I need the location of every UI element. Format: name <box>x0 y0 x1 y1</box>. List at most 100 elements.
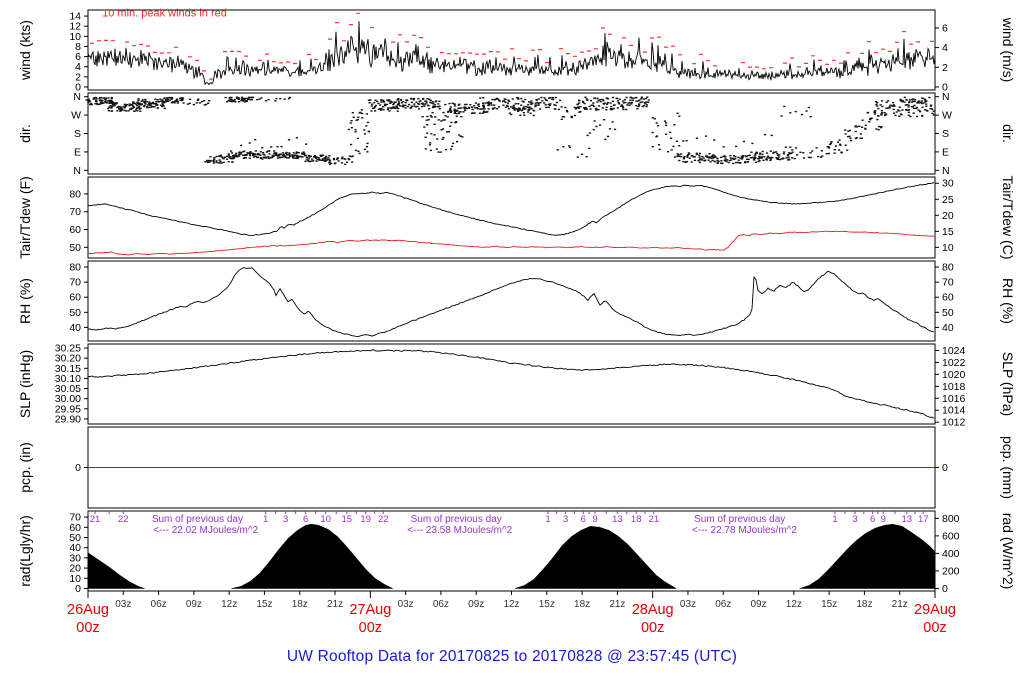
scatter-point <box>578 102 580 103</box>
scatter-point <box>288 152 290 153</box>
series-line-rh <box>88 268 934 337</box>
tick-label-right: 40 <box>942 322 954 334</box>
scatter-point <box>464 104 466 105</box>
scatter-point <box>341 157 343 158</box>
scatter-point <box>881 112 883 113</box>
scatter-point <box>617 100 619 101</box>
tick-label-right: 1024 <box>942 345 966 357</box>
scatter-point <box>903 101 905 102</box>
tick-label-right: 1014 <box>942 405 966 417</box>
annotation: 21 <box>649 514 660 525</box>
scatter-point <box>908 109 910 110</box>
scatter-point <box>834 149 836 150</box>
scatter-point <box>156 104 158 105</box>
scatter-point <box>610 106 612 107</box>
scatter-point <box>348 129 350 130</box>
scatter-point <box>777 159 779 160</box>
scatter-point <box>881 126 883 127</box>
scatter-point <box>261 147 263 148</box>
scatter-point <box>275 153 277 154</box>
scatter-point <box>671 149 673 150</box>
scatter-point <box>540 97 542 98</box>
annotation: 13 <box>612 514 623 525</box>
tick-label-right: N <box>942 91 950 103</box>
x-hour-label: 09z <box>468 599 484 610</box>
tick-label-right: 4 <box>942 42 948 54</box>
scatter-point <box>925 103 927 104</box>
scatter-point <box>142 99 144 100</box>
scatter-point <box>712 160 714 161</box>
scatter-point <box>606 104 608 105</box>
scatter-point <box>788 159 790 160</box>
scatter-point <box>607 136 609 137</box>
scatter-point <box>426 102 428 103</box>
scatter-point <box>163 98 165 99</box>
scatter-point <box>908 105 910 106</box>
scatter-point <box>878 129 880 130</box>
scatter-point <box>454 111 456 112</box>
scatter-point <box>438 101 440 102</box>
scatter-point <box>147 104 149 105</box>
scatter-point <box>351 127 353 128</box>
scatter-point <box>669 132 671 133</box>
scatter-point <box>258 154 260 155</box>
scatter-point <box>235 153 237 154</box>
scatter-point <box>705 156 707 157</box>
scatter-point <box>796 154 798 155</box>
scatter-point <box>374 110 376 111</box>
tick-label-right: 1022 <box>942 357 966 369</box>
scatter-point <box>242 100 244 101</box>
scatter-point <box>289 156 291 157</box>
scatter-point <box>557 149 559 150</box>
scatter-point <box>771 135 773 136</box>
series-wind-trace <box>88 21 935 84</box>
scatter-point <box>277 155 279 156</box>
scatter-point <box>536 100 538 101</box>
annotation: 19 <box>360 514 371 525</box>
scatter-point <box>680 156 682 157</box>
scatter-point <box>584 97 586 98</box>
scatter-point <box>426 116 428 117</box>
scatter-point <box>721 163 723 164</box>
panel-frame-tair_tdew <box>88 177 935 258</box>
scatter-point <box>548 107 550 108</box>
scatter-point <box>876 119 878 120</box>
scatter-point <box>234 155 236 156</box>
scatter-point <box>181 98 183 99</box>
scatter-point <box>735 146 737 147</box>
scatter-point <box>370 110 372 111</box>
scatter-point <box>365 125 367 126</box>
scatter-point <box>738 160 740 161</box>
scatter-point <box>517 110 519 111</box>
scatter-point <box>366 143 368 144</box>
scatter-point <box>808 107 810 108</box>
scatter-point <box>205 104 207 105</box>
tick-label-right: 30 <box>942 178 954 190</box>
scatter-point <box>916 116 918 117</box>
scatter-point <box>367 122 369 123</box>
scatter-point <box>418 108 420 109</box>
scatter-point <box>635 97 637 98</box>
scatter-point <box>451 146 453 147</box>
scatter-point <box>659 149 661 150</box>
scatter-point <box>426 98 428 99</box>
scatter-point <box>491 104 493 105</box>
scatter-point <box>146 107 148 108</box>
scatter-point <box>705 135 707 136</box>
scatter-point <box>111 105 113 106</box>
scatter-point <box>468 107 470 108</box>
scatter-point <box>438 106 440 107</box>
scatter-point <box>94 97 96 98</box>
scatter-point <box>333 159 335 160</box>
scatter-point <box>439 108 441 109</box>
x-hour-label: 21z <box>892 599 908 610</box>
tick-label-right: 1018 <box>942 381 966 393</box>
scatter-point <box>260 97 262 98</box>
scatter-point <box>249 151 251 152</box>
scatter-point <box>921 115 923 116</box>
scatter-point <box>513 108 515 109</box>
scatter-point <box>435 100 437 101</box>
scatter-point <box>766 159 768 160</box>
scatter-point <box>361 109 363 110</box>
scatter-point <box>324 158 326 159</box>
